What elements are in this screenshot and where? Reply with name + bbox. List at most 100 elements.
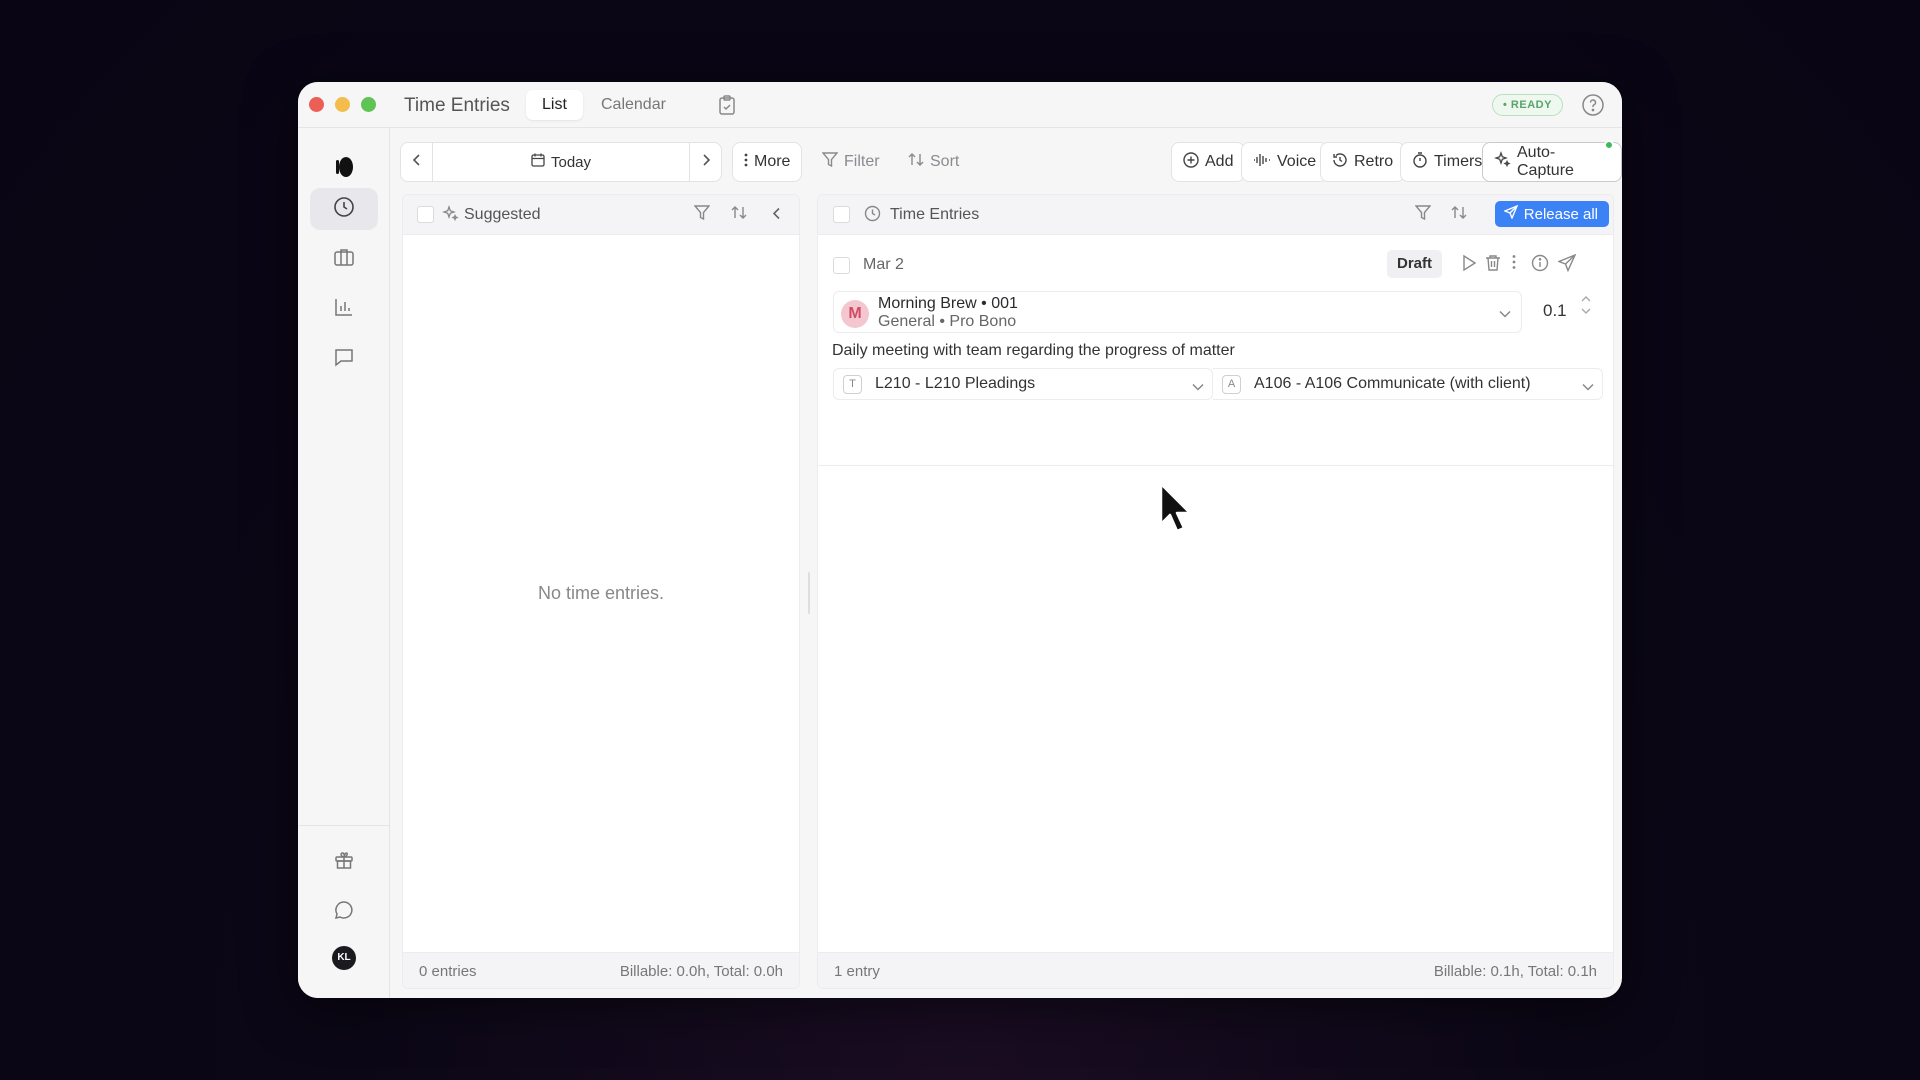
sort-icon[interactable] xyxy=(1451,205,1467,225)
stopwatch-icon xyxy=(1412,151,1428,173)
sort-icon xyxy=(908,152,924,172)
minimize-window-button[interactable] xyxy=(335,97,350,112)
plus-circle-icon xyxy=(1183,151,1199,173)
panel-resize-handle[interactable] xyxy=(808,572,810,614)
activity-code-prefix: A xyxy=(1222,375,1241,394)
filter-button[interactable]: Filter xyxy=(821,142,880,182)
info-icon[interactable] xyxy=(1531,254,1549,277)
play-icon[interactable] xyxy=(1461,254,1477,277)
matter-client: Morning Brew • 001 xyxy=(878,295,1018,312)
chevron-right-icon xyxy=(701,153,711,171)
hours-value[interactable]: 0.1 xyxy=(1543,301,1567,321)
user-avatar[interactable]: KL xyxy=(332,946,356,970)
tab-list[interactable]: List xyxy=(526,90,583,120)
history-icon xyxy=(1332,152,1348,173)
mouse-pointer-icon xyxy=(1158,482,1194,539)
chevron-down-icon xyxy=(1192,378,1204,396)
select-all-suggested-checkbox[interactable] xyxy=(417,206,434,223)
date-navigator: Today xyxy=(400,142,722,182)
task-code-prefix: T xyxy=(843,375,862,394)
activity-code-select[interactable]: A A106 - A106 Communicate (with client) xyxy=(1213,368,1603,400)
more-button[interactable]: More xyxy=(732,142,803,182)
entry-checkbox[interactable] xyxy=(833,257,850,274)
toolbar: Today More Filter Sort Add Voice Retro T… xyxy=(390,128,1622,192)
sidebar-item-gifts[interactable] xyxy=(310,841,378,883)
select-all-entries-checkbox[interactable] xyxy=(833,206,850,223)
suggested-footer: 0 entries Billable: 0.0h, Total: 0.0h xyxy=(403,952,799,988)
send-icon[interactable] xyxy=(1557,253,1577,277)
filter-icon xyxy=(821,152,839,172)
sidebar-item-reports[interactable] xyxy=(310,288,378,330)
billable-totals: Billable: 0.1h, Total: 0.1h xyxy=(1433,963,1597,980)
sort-icon[interactable] xyxy=(731,205,747,225)
timers-button[interactable]: Timers xyxy=(1400,142,1495,182)
app-logo-icon xyxy=(334,156,354,183)
sort-button[interactable]: Sort xyxy=(908,142,959,182)
sparkles-icon xyxy=(442,205,459,227)
close-window-button[interactable] xyxy=(309,97,324,112)
more-vertical-icon[interactable] xyxy=(1512,254,1516,275)
gift-icon xyxy=(334,850,354,875)
entries-count: 1 entry xyxy=(834,963,880,980)
status-badge: • READY xyxy=(1492,94,1563,116)
suggested-header: Suggested xyxy=(403,195,799,235)
sidebar-item-messages[interactable] xyxy=(310,338,378,380)
maximize-window-button[interactable] xyxy=(361,97,376,112)
auto-capture-button[interactable]: Auto-Capture xyxy=(1482,142,1622,182)
task-code-label: L210 - L210 Pleadings xyxy=(875,375,1036,392)
message-square-icon xyxy=(334,347,354,372)
briefcase-icon xyxy=(333,247,355,272)
suggested-title: Suggested xyxy=(464,206,541,223)
entries-count: 0 entries xyxy=(419,963,477,980)
suggested-panel: Suggested No time entries. 0 entries Bil… xyxy=(402,194,800,989)
today-label: Today xyxy=(550,153,592,171)
voice-button[interactable]: Voice xyxy=(1241,142,1329,182)
chevron-left-icon xyxy=(412,153,422,171)
chevron-down-icon xyxy=(1499,305,1511,323)
status-badge: Draft xyxy=(1387,250,1443,278)
task-code-select[interactable]: T L210 - L210 Pleadings xyxy=(833,368,1213,400)
bar-chart-icon xyxy=(334,297,354,322)
title-bar: Time Entries List Calendar • READY xyxy=(298,82,1622,128)
add-button[interactable]: Add xyxy=(1171,142,1246,182)
trash-icon[interactable] xyxy=(1485,254,1501,277)
time-entry-row: Mar 2 Draft M Morning Brew • 001 General… xyxy=(818,235,1613,466)
send-icon xyxy=(1502,204,1519,223)
clock-icon xyxy=(333,196,355,223)
app-window: Time Entries List Calendar • READY KL To… xyxy=(298,82,1622,998)
sidebar: KL xyxy=(298,128,390,998)
auto-capture-status-dot xyxy=(1604,140,1614,150)
clipboard-icon[interactable] xyxy=(718,95,736,120)
tab-calendar[interactable]: Calendar xyxy=(585,90,682,120)
sidebar-item-chat[interactable] xyxy=(310,891,378,933)
help-icon[interactable] xyxy=(1581,93,1605,122)
matter-subtitle: General • Pro Bono xyxy=(878,313,1017,330)
empty-state-message: No time entries. xyxy=(537,583,665,603)
audio-waveform-icon xyxy=(1253,153,1271,172)
sidebar-divider xyxy=(298,825,389,826)
retro-button[interactable]: Retro xyxy=(1320,142,1406,182)
sidebar-item-matters[interactable] xyxy=(310,238,378,280)
time-entries-footer: 1 entry Billable: 0.1h, Total: 0.1h xyxy=(818,952,1613,988)
entry-date: Mar 2 xyxy=(863,256,904,273)
time-entries-header: Time Entries Release all xyxy=(818,195,1613,235)
matter-select[interactable]: M Morning Brew • 001 General • Pro Bono xyxy=(833,291,1522,333)
filter-icon[interactable] xyxy=(1414,205,1432,225)
page-title: Time Entries xyxy=(404,95,510,116)
billable-totals: Billable: 0.0h, Total: 0.0h xyxy=(619,963,783,980)
sparkles-icon xyxy=(1494,151,1511,173)
hours-stepper[interactable] xyxy=(1580,293,1592,322)
chevron-down-icon xyxy=(1582,378,1594,396)
collapse-chevron-left-icon[interactable] xyxy=(772,207,782,225)
activity-code-label: A106 - A106 Communicate (with client) xyxy=(1254,375,1531,392)
sidebar-item-time-entries[interactable] xyxy=(310,188,378,230)
entry-description[interactable]: Daily meeting with team regarding the pr… xyxy=(832,342,1235,360)
filter-icon[interactable] xyxy=(693,205,711,225)
next-day-button[interactable] xyxy=(689,143,721,181)
release-all-button[interactable]: Release all xyxy=(1494,201,1609,227)
time-entries-panel: Time Entries Release all Mar 2 Draft M M… xyxy=(817,194,1614,989)
matter-avatar: M xyxy=(841,300,869,328)
clock-icon xyxy=(864,205,881,227)
today-button[interactable]: Today xyxy=(433,143,689,181)
previous-day-button[interactable] xyxy=(401,143,433,181)
